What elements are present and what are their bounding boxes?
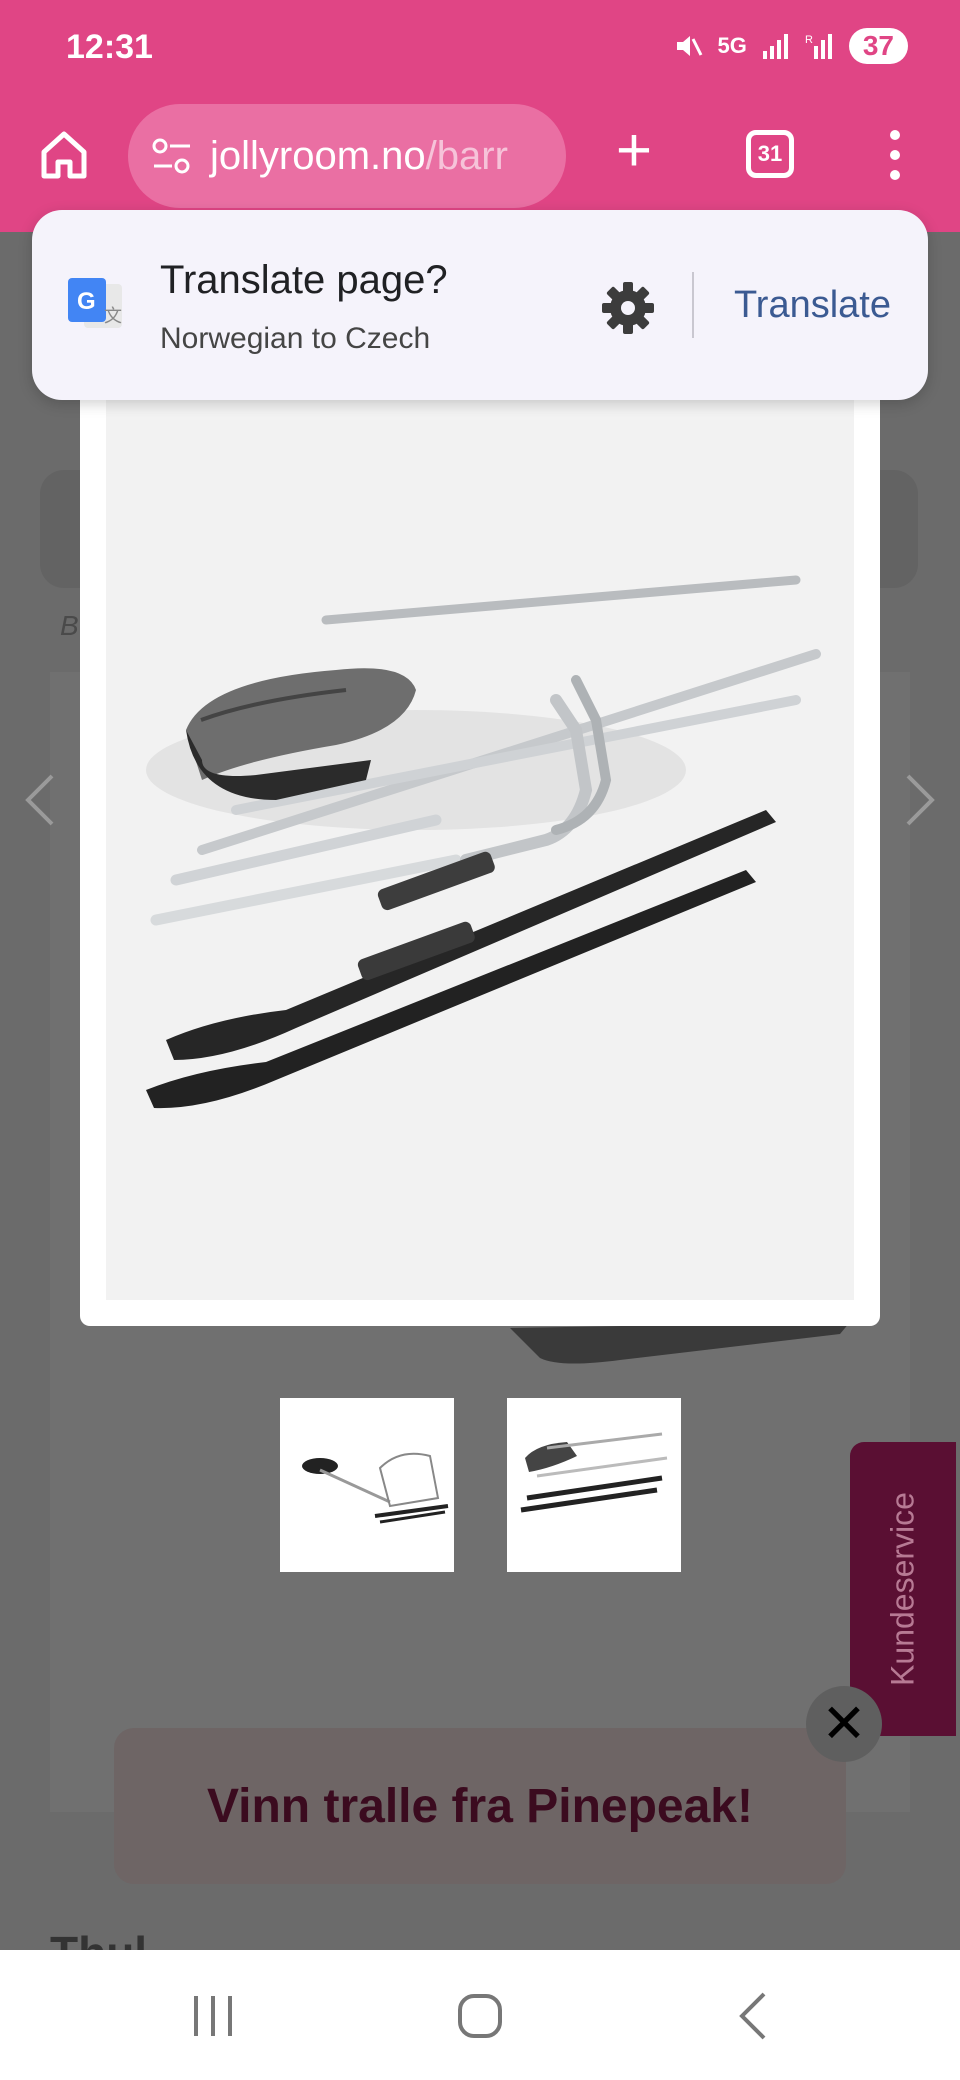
- ski-partial-shape: [510, 1320, 850, 1364]
- tab-switcher-button[interactable]: 31: [746, 130, 794, 178]
- promo-banner[interactable]: Vinn tralle fra Pinepeak!: [114, 1728, 846, 1884]
- translate-title: Translate page?: [160, 258, 448, 302]
- 5g-icon: 5G: [717, 33, 747, 58]
- browser-chrome: 12:31 5G R 37 jollyroom.no/barr + 31: [0, 0, 960, 232]
- svg-text:G: G: [77, 288, 96, 315]
- home-nav-icon[interactable]: [456, 1986, 504, 2046]
- url-path: /barr: [425, 133, 508, 178]
- customer-service-label: Kundeservice: [884, 1492, 921, 1686]
- translate-divider: [692, 272, 694, 338]
- translate-popup: G 文 Translate page? Norwegian to Czech T…: [32, 210, 928, 400]
- system-navigation-bar: [0, 1950, 960, 2080]
- gallery-thumbnail-1[interactable]: [280, 1398, 454, 1572]
- url-bar[interactable]: jollyroom.no/barr: [128, 104, 566, 208]
- url-domain: jollyroom.no: [210, 133, 426, 178]
- gallery-thumbnail-2[interactable]: [507, 1398, 681, 1572]
- signal-r-icon: R: [805, 34, 832, 59]
- new-tab-button[interactable]: +: [606, 120, 662, 182]
- site-settings-icon[interactable]: [150, 136, 194, 176]
- customer-service-tab[interactable]: Kundeservice: [850, 1442, 956, 1736]
- mute-icon: [677, 36, 703, 56]
- gallery-next-arrow-icon[interactable]: [896, 770, 942, 830]
- breadcrumb-partial: B: [60, 610, 79, 641]
- gear-icon[interactable]: [598, 278, 658, 338]
- status-bar: 12:31 5G R 37: [0, 0, 960, 100]
- gallery-prev-arrow-icon[interactable]: [18, 770, 64, 830]
- signal-icon: [762, 34, 788, 59]
- promo-close-button[interactable]: ✕: [806, 1686, 882, 1762]
- recent-apps-icon[interactable]: [190, 1986, 236, 2046]
- image-lightbox: THULE THULE: [80, 390, 880, 1326]
- svg-text:文: 文: [104, 306, 122, 327]
- promo-text: Vinn tralle fra Pinepeak!: [207, 1779, 753, 1833]
- close-icon: ✕: [821, 1694, 867, 1754]
- url-text: jollyroom.no/barr: [210, 134, 508, 179]
- home-icon[interactable]: [34, 124, 94, 184]
- thumbnail-ski-kit-image: [507, 1398, 681, 1572]
- more-menu-button[interactable]: [880, 130, 910, 180]
- svg-text:R: R: [805, 34, 813, 46]
- battery-icon: 37: [848, 28, 908, 64]
- google-translate-icon: G 文: [68, 278, 122, 328]
- back-nav-icon[interactable]: [734, 1986, 774, 2046]
- status-icons: 5G R 37: [673, 28, 908, 64]
- thumbnail-ski-trailer-image: [280, 1398, 454, 1572]
- translate-language-pair: Norwegian to Czech: [160, 322, 431, 355]
- translate-button[interactable]: Translate: [734, 284, 891, 327]
- thule-ski-kit-illustration: THULE THULE: [146, 575, 821, 1109]
- product-main-image[interactable]: THULE THULE: [106, 400, 854, 1300]
- browser-toolbar: jollyroom.no/barr + 31: [0, 100, 960, 212]
- status-time: 12:31: [66, 28, 153, 66]
